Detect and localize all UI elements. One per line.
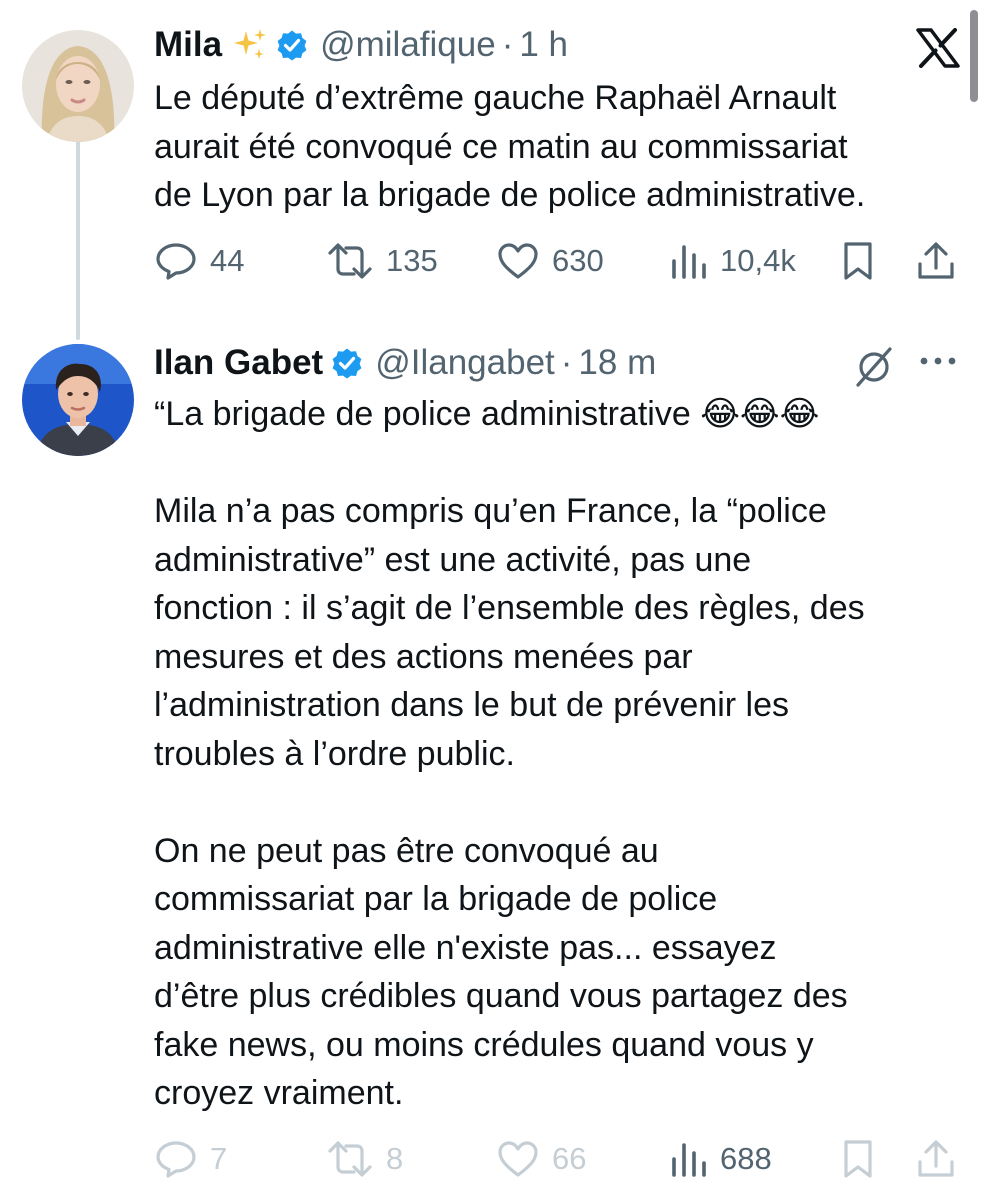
reply-icon	[154, 241, 198, 281]
like-count: 630	[552, 243, 604, 278]
author-handle[interactable]: @Ilangabet	[375, 343, 555, 383]
sparkles-icon	[232, 27, 268, 63]
reply-count: 44	[210, 243, 245, 278]
views-count: 688	[720, 1141, 772, 1176]
tweet-header-mila: Mila @milafique · 1 h	[154, 22, 568, 68]
like-button[interactable]: 66	[496, 1134, 586, 1184]
avatar-mila[interactable]	[22, 30, 134, 142]
like-button[interactable]: 630	[496, 236, 604, 286]
separator-dot: ·	[560, 343, 573, 382]
avatar-ilan[interactable]	[22, 344, 134, 456]
reply-button[interactable]: 7	[154, 1134, 227, 1184]
share-button[interactable]	[916, 236, 956, 286]
views-count: 10,4k	[720, 243, 796, 278]
bookmark-icon	[840, 1138, 876, 1180]
author-handle[interactable]: @milafique	[320, 25, 496, 65]
grok-icon[interactable]	[852, 345, 896, 394]
bookmark-button[interactable]	[840, 1134, 876, 1184]
tweet-timestamp[interactable]: 18 m	[578, 343, 656, 383]
views-button[interactable]: 688	[668, 1134, 772, 1184]
like-count: 66	[552, 1141, 587, 1176]
retweet-button[interactable]: 8	[326, 1134, 403, 1184]
share-button[interactable]	[916, 1134, 956, 1184]
retweet-icon	[326, 1139, 374, 1179]
share-icon	[916, 1138, 956, 1180]
reply-count: 7	[210, 1141, 228, 1176]
verified-badge-icon	[276, 29, 308, 61]
author-name[interactable]: Ilan Gabet	[154, 343, 323, 383]
action-bar-ilan: 7 8 66 688	[154, 1134, 964, 1184]
reply-icon	[154, 1139, 198, 1179]
tweet-header-ilan: Ilan Gabet @Ilangabet · 18 m	[154, 340, 656, 386]
more-dots-icon[interactable]	[918, 353, 958, 374]
reply-button[interactable]: 44	[154, 236, 244, 286]
separator-dot: ·	[501, 25, 514, 64]
tweet-text-ilan: “La brigade de police administrative 😂😂😂…	[154, 395, 865, 1112]
retweet-icon	[326, 241, 374, 281]
views-bar-icon	[668, 241, 708, 281]
action-bar-mila: 44 135 630 10,4k	[154, 236, 964, 286]
author-name[interactable]: Mila	[154, 25, 222, 65]
retweet-count: 135	[386, 243, 438, 278]
heart-icon	[496, 241, 540, 281]
tweet-timestamp[interactable]: 1 h	[519, 25, 568, 65]
retweet-button[interactable]: 135	[326, 236, 438, 286]
retweet-count: 8	[386, 1141, 404, 1176]
views-button[interactable]: 10,4k	[668, 236, 796, 286]
bookmark-button[interactable]	[840, 236, 876, 286]
verified-badge-icon	[331, 347, 363, 379]
thread-connector	[76, 140, 80, 340]
bookmark-icon	[840, 240, 876, 282]
views-bar-icon	[668, 1139, 708, 1179]
x-logo-icon[interactable]	[916, 28, 960, 73]
scrollbar[interactable]	[970, 10, 978, 102]
share-icon	[916, 240, 956, 282]
heart-icon	[496, 1139, 540, 1179]
tweet-text-mila: Le député d’extrême gauche Raphaël Arnau…	[154, 79, 866, 214]
